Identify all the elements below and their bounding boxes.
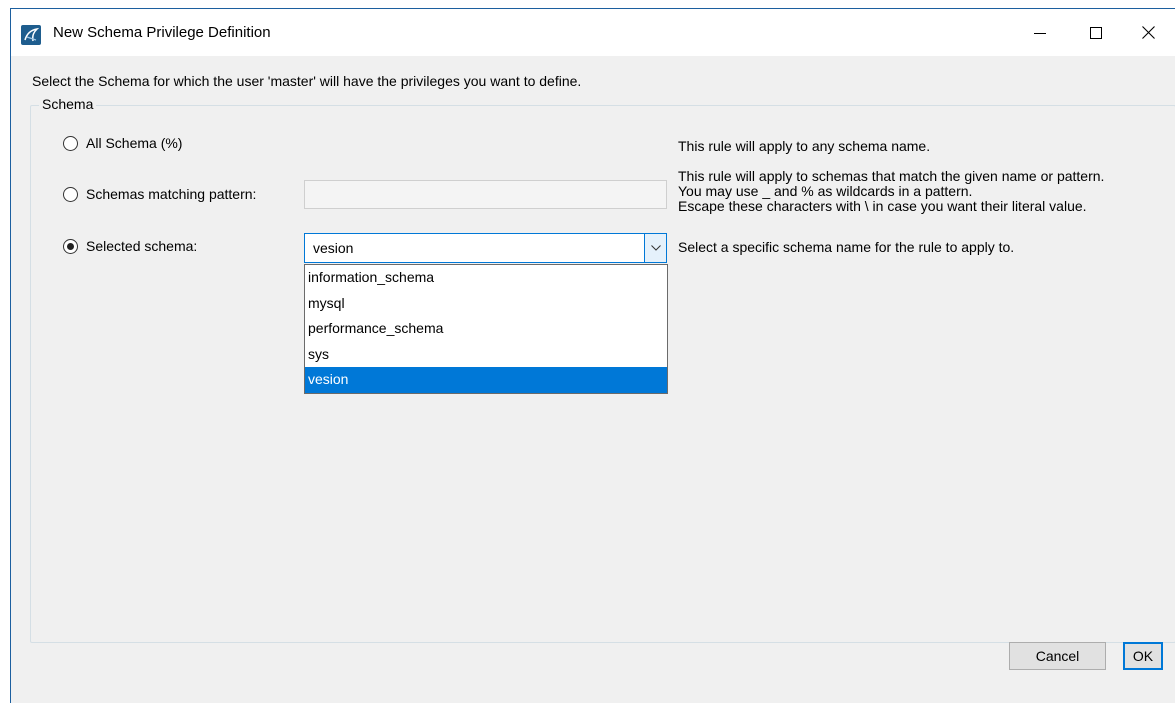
schema-combobox[interactable]: vesion bbox=[304, 233, 667, 263]
maximize-icon bbox=[1090, 26, 1102, 39]
chevron-down-icon bbox=[650, 245, 661, 251]
combobox-value: vesion bbox=[313, 240, 354, 256]
minimize-icon bbox=[1034, 32, 1046, 34]
combobox-dropdown-button[interactable] bbox=[644, 234, 666, 262]
selected-schema-description: Select a specific schema name for the ru… bbox=[678, 239, 1015, 255]
all-schema-description: This rule will apply to any schema name. bbox=[678, 138, 931, 154]
radio-all-schema[interactable]: All Schema (%) bbox=[63, 135, 182, 151]
dropdown-item[interactable]: information_schema bbox=[305, 265, 667, 291]
pattern-description-line: This rule will apply to schemas that mat… bbox=[678, 168, 1105, 184]
schema-dropdown-list[interactable]: information_schema mysql performance_sch… bbox=[304, 264, 668, 394]
radio-schemas-matching-pattern[interactable]: Schemas matching pattern: bbox=[63, 186, 256, 202]
pattern-input[interactable] bbox=[304, 180, 667, 209]
radio-pattern-label: Schemas matching pattern: bbox=[86, 186, 257, 202]
pattern-description-line: Escape these characters with \ in case y… bbox=[678, 198, 1087, 214]
radio-selected-schema[interactable]: Selected schema: bbox=[63, 238, 197, 254]
schema-group-label: Schema bbox=[39, 96, 97, 112]
minimize-button[interactable] bbox=[1017, 9, 1063, 56]
dropdown-item-selected[interactable]: vesion bbox=[305, 367, 667, 393]
pattern-description: This rule will apply to schemas that mat… bbox=[678, 169, 1104, 214]
radio-selected-schema-label: Selected schema: bbox=[86, 238, 198, 254]
cancel-button[interactable]: Cancel bbox=[1009, 642, 1106, 670]
dropdown-item[interactable]: mysql bbox=[305, 291, 667, 317]
pattern-description-line: You may use _ and % as wildcards in a pa… bbox=[678, 183, 973, 199]
radio-all-schema-label: All Schema (%) bbox=[86, 135, 183, 151]
ok-button[interactable]: OK bbox=[1123, 642, 1163, 670]
radio-circle[interactable] bbox=[63, 135, 78, 151]
close-button[interactable] bbox=[1125, 9, 1171, 56]
window-title: New Schema Privilege Definition bbox=[53, 24, 271, 41]
dialog-window: New Schema Privilege Definition Select t… bbox=[10, 8, 1175, 703]
dropdown-item[interactable]: performance_schema bbox=[305, 316, 667, 342]
radio-circle[interactable] bbox=[63, 186, 78, 202]
instruction-text: Select the Schema for which the user 'ma… bbox=[32, 73, 582, 89]
close-icon bbox=[1141, 26, 1155, 39]
radio-circle[interactable] bbox=[63, 238, 78, 254]
mysql-workbench-icon bbox=[21, 25, 41, 45]
maximize-button[interactable] bbox=[1073, 9, 1119, 56]
radio-dot bbox=[67, 242, 74, 250]
title-bar[interactable]: New Schema Privilege Definition bbox=[11, 9, 1175, 56]
dropdown-item[interactable]: sys bbox=[305, 342, 667, 368]
